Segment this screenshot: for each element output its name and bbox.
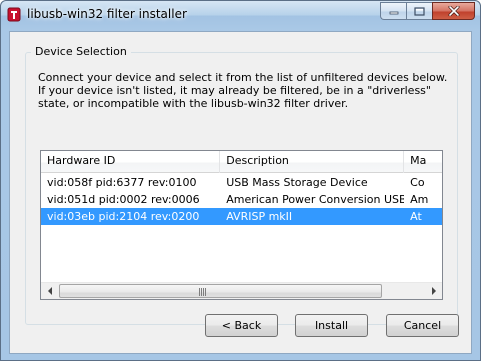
description-cell: American Power Conversion USB UPS — [226, 193, 404, 206]
hardware-id-cell: vid:058f pid:6377 rev:0100 — [47, 176, 197, 189]
scrollbar-thumb[interactable] — [59, 284, 382, 298]
arrow-left-icon — [47, 287, 52, 295]
manufacturer-cell: At — [410, 210, 422, 223]
device-list[interactable]: Hardware ID Description Ma vid:058f pid:… — [40, 150, 443, 300]
list-header: Hardware ID Description Ma — [41, 151, 442, 173]
installer-window: libusb-win32 filter installer Device Sel… — [0, 0, 481, 361]
table-row-selected[interactable]: vid:03eb pid:2104 rev:0200 AVRISP mkII A… — [41, 208, 442, 225]
group-title: Device Selection — [31, 45, 131, 58]
description-cell: AVRISP mkII — [226, 210, 293, 223]
maximize-button[interactable] — [406, 2, 432, 20]
title-bar[interactable]: libusb-win32 filter installer — [1, 1, 480, 29]
description-cell: USB Mass Storage Device — [226, 176, 368, 189]
install-button[interactable]: Install — [295, 314, 368, 337]
manufacturer-cell: Co — [410, 176, 425, 189]
column-header-description[interactable]: Description — [220, 151, 405, 173]
dialog-client-area: Device Selection Connect your device and… — [9, 31, 472, 354]
instructions-text: Connect your device and select it from t… — [38, 71, 448, 110]
maximize-icon — [414, 6, 425, 16]
table-row[interactable]: vid:058f pid:6377 rev:0100 USB Mass Stor… — [41, 174, 442, 191]
app-icon — [7, 7, 21, 22]
scroll-left-button[interactable] — [41, 283, 58, 299]
list-rows: vid:058f pid:6377 rev:0100 USB Mass Stor… — [41, 174, 442, 225]
scroll-right-button[interactable] — [425, 283, 442, 299]
manufacturer-cell: Am — [410, 193, 429, 206]
hardware-id-cell: vid:051d pid:0002 rev:0006 — [47, 193, 200, 206]
table-row[interactable]: vid:051d pid:0002 rev:0006 American Powe… — [41, 191, 442, 208]
minimize-icon — [389, 11, 398, 15]
caption-buttons — [380, 2, 475, 20]
grip-icon — [199, 288, 207, 296]
column-header-manufacturer[interactable]: Ma — [404, 151, 442, 173]
close-icon — [448, 6, 459, 16]
cancel-button[interactable]: Cancel — [386, 314, 459, 337]
close-button[interactable] — [432, 2, 475, 20]
device-selection-group: Device Selection Connect your device and… — [25, 45, 458, 325]
column-header-hardware-id[interactable]: Hardware ID — [41, 151, 221, 173]
minimize-button[interactable] — [380, 2, 406, 20]
arrow-right-icon — [431, 287, 436, 295]
hardware-id-cell: vid:03eb pid:2104 rev:0200 — [47, 210, 200, 223]
back-button[interactable]: < Back — [205, 314, 278, 337]
window-title: libusb-win32 filter installer — [27, 7, 187, 21]
horizontal-scrollbar[interactable] — [41, 282, 442, 299]
